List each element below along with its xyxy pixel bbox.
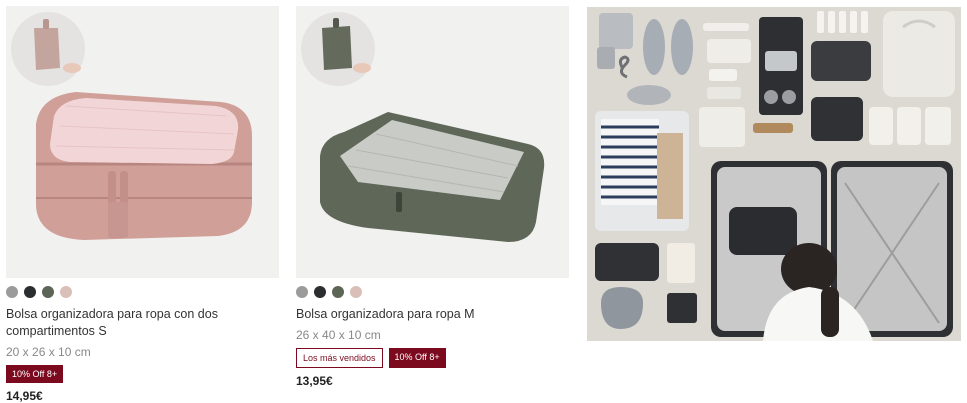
product-title[interactable]: Bolsa organizadora para ropa M [296, 306, 569, 323]
product-price: 14,95€ [6, 389, 43, 403]
product-image-green-organizer[interactable] [296, 6, 569, 278]
swatch-grey[interactable] [6, 286, 18, 298]
color-swatches [6, 286, 279, 298]
swatch-khaki[interactable] [332, 286, 344, 298]
pink-organizer-illustration [11, 12, 252, 240]
green-organizer-illustration [301, 12, 545, 242]
badge-row: 10% Off 8+ [6, 365, 279, 383]
discount-badge: 10% Off 8+ [6, 365, 64, 383]
discount-badge: 10% Off 8+ [388, 348, 446, 368]
product-dimensions: 20 x 26 x 10 cm [6, 345, 91, 359]
swatch-black[interactable] [24, 286, 36, 298]
product-price: 13,95€ [296, 374, 333, 388]
swatch-khaki[interactable] [42, 286, 54, 298]
best-seller-badge: Los más vendidos [296, 348, 383, 368]
swatch-pink[interactable] [60, 286, 72, 298]
product-dimensions: 26 x 40 x 10 cm [296, 328, 381, 342]
product-title[interactable]: Bolsa organizadora para ropa con dos com… [6, 306, 279, 340]
product-card[interactable]: Bolsa organizadora para ropa M 26 x 40 x… [296, 6, 569, 388]
swatch-black[interactable] [314, 286, 326, 298]
swatch-grey[interactable] [296, 286, 308, 298]
promo-image-travel-flatlay[interactable] [587, 7, 961, 341]
color-swatches [296, 286, 569, 298]
swatch-pink[interactable] [350, 286, 362, 298]
travel-flatlay-illustration [595, 11, 955, 341]
product-image-pink-organizer[interactable] [6, 6, 279, 278]
product-card[interactable]: Bolsa organizadora para ropa con dos com… [6, 6, 279, 403]
badge-row: Los más vendidos 10% Off 8+ [296, 348, 569, 368]
